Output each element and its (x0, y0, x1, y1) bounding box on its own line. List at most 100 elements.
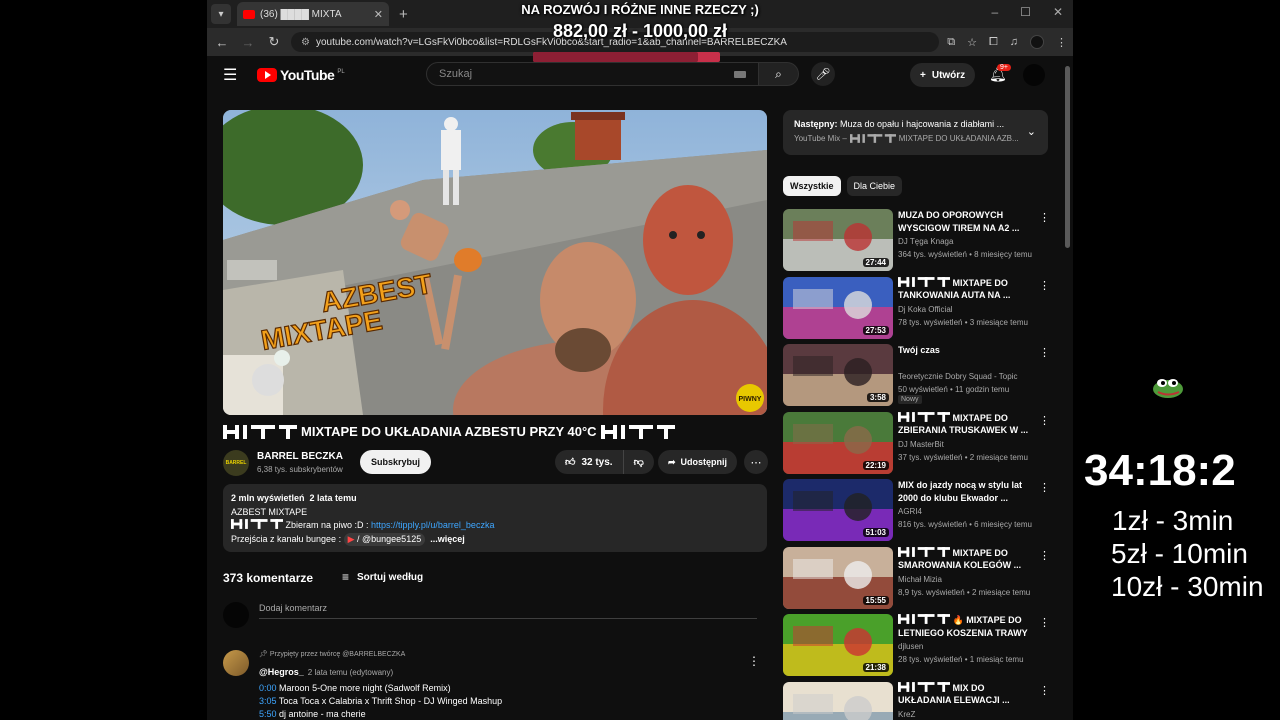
chevron-down-icon[interactable]: ⌄ (1027, 125, 1036, 138)
pinned-label: 📌︎ Przypięty przez twórcę @BARRELBECZKA (259, 650, 405, 658)
description-box[interactable]: 2 mln wyświetleń 2 lata temu AZBEST MIXT… (223, 484, 767, 552)
share-icon: ➦ (668, 456, 676, 467)
description-donate-text: Zbieram na piwo :D : (285, 520, 372, 530)
tipply-link[interactable]: https://tipply.pl/u/barrel_beczka (371, 520, 494, 530)
comment-author[interactable]: @Hegros_ (259, 667, 304, 677)
subathon-timer: 34:18:2 (1084, 446, 1236, 495)
youtube-logo[interactable]: YouTube PL (257, 67, 345, 83)
goal-amounts: 882,00 zł - 1000,00 zł (552, 21, 728, 41)
video-duration: 21:38 (862, 663, 889, 672)
subscribe-button[interactable]: Subskrybuj (360, 450, 432, 474)
channel-avatar[interactable]: BARREL (223, 450, 249, 476)
price-line-2: 5zł - 10min (1111, 538, 1248, 569)
recommendation-channel[interactable]: Dj Koka Official (898, 305, 953, 314)
recommendation-title[interactable]: MIXTAPE DO ZBIERANIA TRUSKAWEK W ... (898, 411, 1030, 437)
channel-avatar-text: BARREL (225, 460, 247, 466)
recommendation-thumbnail[interactable]: 21:38 (783, 614, 893, 676)
recommendation-title[interactable]: MIX DO UKŁADANIA ELEWACJI ... (898, 681, 1030, 707)
keyboard-icon[interactable] (734, 70, 746, 78)
recommendation-menu-icon[interactable]: ⋮ (1039, 684, 1050, 697)
video-player[interactable]: AZBEST MIXTAPE PIWNY (223, 110, 767, 415)
recommendation-item[interactable]: 21:38 🔥 MIXTAPE DO LETNIEGO KOSZENIA TRA… (783, 614, 1050, 676)
recommendation-item[interactable]: 27:44 MUZA DO OPOROWYCH WYSCIGOW TIREM NA… (783, 209, 1050, 271)
next-sub-prefix: YouTube Mix – (794, 134, 847, 143)
thumbnail-channel-badge: PIWNY (739, 396, 762, 403)
timestamp-link[interactable]: 3:05 (259, 696, 277, 706)
hit-logo-icon (849, 134, 896, 143)
recommendation-channel[interactable]: Michał Mizia (898, 575, 942, 584)
bungee-channel-link[interactable]: ▶ / @bungee5125 (343, 532, 426, 546)
comment-menu-icon[interactable]: ⋮ (748, 654, 760, 668)
recommendation-item[interactable]: 15:55 MIXTAPE DO SMAROWANIA KOLEGÓW ... M… (783, 546, 1050, 609)
recommendation-title[interactable]: MIX do jazdy nocą w stylu lat 2000 do kl… (898, 479, 1030, 504)
goal-progress-bar (533, 52, 720, 62)
search-input[interactable]: Szukaj (426, 62, 759, 86)
channel-name[interactable]: BARREL BECZKA (257, 451, 343, 462)
show-more-link[interactable]: ...więcej (430, 534, 465, 544)
recommendation-item[interactable]: 3:58 Twój czas Teoretycznie Dobry Squad - … (783, 344, 1050, 406)
description-bungee-text: Przejścia z kanału bungee : (231, 533, 344, 544)
recommendation-item[interactable]: 22:19 MIXTAPE DO ZBIERANIA TRUSKAWEK W .… (783, 411, 1050, 474)
commenter-avatar[interactable] (223, 650, 249, 676)
recommendation-channel[interactable]: djlusen (898, 642, 923, 651)
recommendation-thumbnail[interactable] (783, 681, 893, 720)
timestamp-link[interactable]: 5:50 (259, 709, 277, 719)
filter-chips: Wszystkie Dla Ciebie (783, 176, 903, 196)
recommendation-thumbnail[interactable]: 51:03 (783, 479, 893, 541)
next-in-mix-card[interactable]: Następny: Muza do opału i hajcowania z d… (783, 110, 1048, 155)
chip-all[interactable]: Wszystkie (783, 176, 841, 196)
recommendation-title[interactable]: 🔥 MIXTAPE DO LETNIEGO KOSZENIA TRAWY ... (898, 614, 1030, 639)
recommendation-menu-icon[interactable]: ⋮ (1039, 346, 1050, 359)
recommendation-menu-icon[interactable]: ⋮ (1039, 279, 1050, 292)
sort-comments-button[interactable]: ≡ Sortuj według (342, 570, 423, 584)
recommendation-title[interactable]: MIXTAPE DO TANKOWANIA AUTA NA ... (898, 276, 1030, 302)
recommendation-item[interactable]: 51:03 MIX do jazdy nocą w stylu lat 2000 … (783, 479, 1050, 541)
price-line-1: 1zł - 3min (1112, 505, 1234, 536)
voice-search-button[interactable]: 🎤︎ (811, 62, 835, 86)
recommendation-thumbnail[interactable]: 15:55 (783, 546, 893, 609)
youtube-small-icon: ▶ (347, 533, 355, 544)
video-duration: 51:03 (862, 528, 889, 537)
account-avatar[interactable] (1023, 64, 1045, 86)
thumbs-down-icon: 👎︎ (633, 457, 644, 468)
recommendation-channel[interactable]: KreZ (898, 710, 915, 719)
recommendation-channel[interactable]: DJ Tęga Knaga (898, 237, 953, 246)
recommendation-menu-icon[interactable]: ⋮ (1039, 549, 1050, 562)
scrollbar[interactable] (1065, 66, 1070, 248)
like-button[interactable]: 👍︎ 32 tys. (555, 450, 624, 474)
recommendation-menu-icon[interactable]: ⋮ (1039, 211, 1050, 224)
recommendation-channel[interactable]: AGRI4 (898, 507, 922, 516)
dislike-button[interactable]: 👎︎ (624, 450, 654, 474)
recommendation-item[interactable]: 27:53 MIXTAPE DO TANKOWANIA AUTA NA ... D… (783, 276, 1050, 339)
video-thumbnail: AZBEST MIXTAPE PIWNY (223, 110, 767, 415)
search-button[interactable]: ⌕ (759, 62, 799, 86)
chip-for-you[interactable]: Dla Ciebie (846, 176, 903, 196)
recommendation-channel[interactable]: DJ MasterBit (898, 440, 944, 449)
recommendation-item[interactable]: MIX DO UKŁADANIA ELEWACJI ... KreZ ⋮ (783, 681, 1050, 720)
menu-icon[interactable]: ☰ (223, 65, 243, 85)
recommendation-thumbnail[interactable]: 22:19 (783, 411, 893, 474)
share-button[interactable]: ➦ Udostępnij (658, 450, 738, 474)
timestamp-link[interactable]: 0:00 (259, 683, 277, 693)
recommendation-title[interactable]: MIXTAPE DO SMAROWANIA KOLEGÓW ... (898, 546, 1030, 572)
next-sub-suffix: MIXTAPE DO UKŁADANIA AZB... (898, 134, 1019, 143)
recommendation-title[interactable]: Twój czas (898, 344, 1030, 357)
recommendation-menu-icon[interactable]: ⋮ (1039, 481, 1050, 494)
recommendation-stats: 78 tys. wyświetleń • 3 miesiące temu (898, 317, 1028, 327)
comment-line: 0:00 Maroon 5-One more night (Sadwolf Re… (259, 683, 451, 693)
comment-header: @Hegros_ 2 lata temu (edytowany) (259, 667, 393, 677)
add-comment-input[interactable]: Dodaj komentarz (259, 603, 757, 619)
recommendation-thumbnail[interactable]: 3:58 (783, 344, 893, 406)
recommendation-title-text: MUZA DO OPOROWYCH WYSCIGOW TIREM NA A2 .… (898, 210, 1020, 233)
recommendation-thumbnail[interactable]: 27:53 (783, 276, 893, 339)
country-code: PL (337, 69, 345, 75)
recommendation-title[interactable]: MUZA DO OPOROWYCH WYSCIGOW TIREM NA A2 .… (898, 209, 1030, 234)
create-button[interactable]: + Utwórz (910, 63, 976, 87)
recommendation-channel[interactable]: Teoretycznie Dobry Squad - Topic (898, 372, 1017, 381)
recommendation-menu-icon[interactable]: ⋮ (1039, 414, 1050, 427)
bungee-handle: / @bungee5125 (357, 533, 422, 544)
mic-icon: 🎤︎ (815, 67, 831, 81)
more-actions-button[interactable]: ⋯ (744, 450, 768, 474)
recommendation-menu-icon[interactable]: ⋮ (1039, 616, 1050, 629)
recommendation-thumbnail[interactable]: 27:44 (783, 209, 893, 271)
